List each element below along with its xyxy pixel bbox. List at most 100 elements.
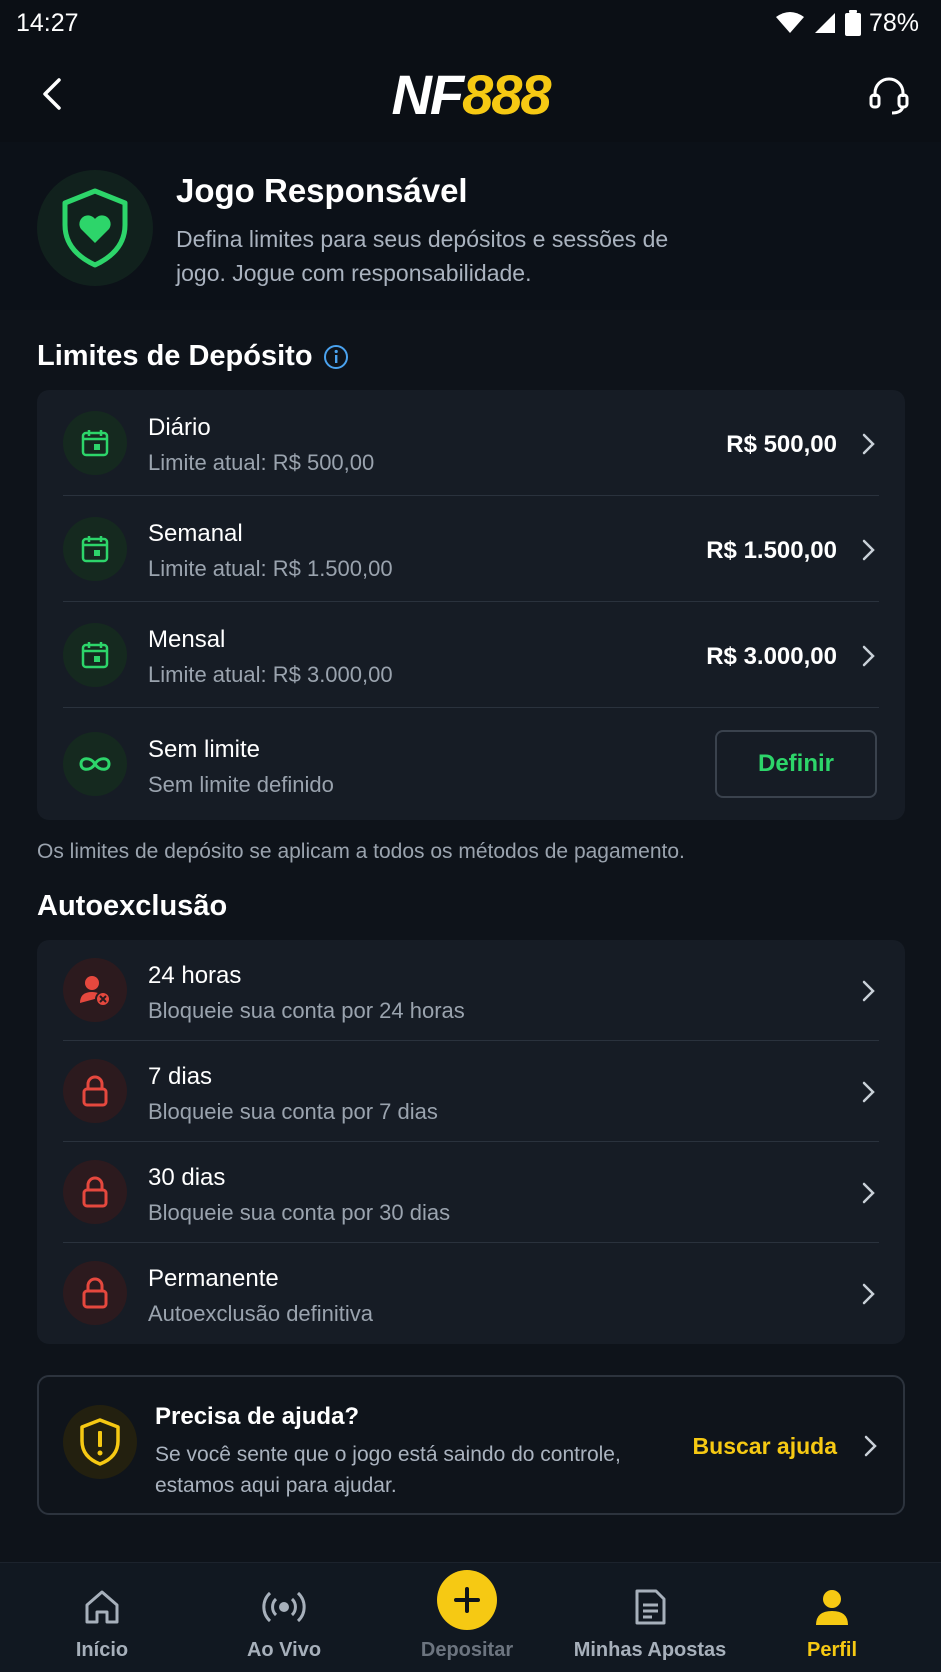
battery-level: 78% [868,8,919,37]
nav-item-my-bets[interactable]: Minhas Apostas [556,1563,744,1672]
deposit-button-circle [437,1570,497,1630]
user-block-icon [80,976,111,1007]
logo-nf: NF [391,62,464,126]
status-bar: 14:27 78% [0,0,941,46]
app-header: NF888 [0,46,941,142]
limit-icon-badge [63,517,127,581]
deposit-limits-card: Diário Limite atual: R$ 500,00 R$ 500,00… [37,390,905,820]
limit-row-weekly[interactable]: Semanal Limite atual: R$ 1.500,00 R$ 1.5… [37,496,905,602]
responsible-gaming-hero: Jogo Responsável Defina limites para seu… [0,142,941,310]
chevron-right-icon [857,539,879,561]
infinity-icon [79,757,111,771]
signal-icon [814,13,835,33]
help-icon-badge [63,1405,137,1479]
page-title: Jogo Responsável [176,172,468,209]
chevron-left-icon [43,78,61,110]
deposit-limits-heading: Limites de Depósito [37,340,349,373]
bottom-navigation: Início Ao Vivo Depositar Minhas Apostas … [0,1562,941,1672]
exclusion-title: 30 dias [148,1164,226,1191]
info-icon[interactable] [323,344,349,370]
nav-label-profile: Perfil [806,1639,858,1661]
help-description: Se você sente que o jogo está saindo do … [155,1443,621,1497]
chevron-right-icon [857,980,879,1002]
limit-subtitle: Limite atual: R$ 3.000,00 [148,662,393,687]
exclusion-subtitle: Bloqueie sua conta por 7 dias [148,1099,438,1124]
nav-item-live[interactable]: Ao Vivo [190,1563,378,1672]
back-button[interactable] [32,74,72,114]
limit-title: Semanal [148,520,243,547]
limit-row-unlimited: Sem limite Sem limite definido Definir [37,708,905,820]
support-button[interactable] [867,72,911,116]
exclusion-row-24h[interactable]: 24 horas Bloqueie sua conta por 24 horas [37,940,905,1041]
exclusion-icon-badge [63,958,127,1022]
lock-icon [82,1277,108,1309]
define-limit-button[interactable]: Definir [715,730,877,798]
shield-alert-icon [80,1418,120,1466]
limit-subtitle: Limite atual: R$ 500,00 [148,450,375,475]
lock-icon [82,1176,108,1208]
status-icons: 78% [775,9,919,38]
limit-icon-badge [63,732,127,796]
exclusion-title: Permanente [148,1265,279,1292]
chevron-right-icon [857,645,879,667]
live-icon [262,1591,306,1623]
user-icon [816,1590,848,1625]
limit-title: Mensal [148,626,226,653]
exclusion-row-7d[interactable]: 7 dias Bloqueie sua conta por 7 dias [37,1041,905,1142]
calendar-icon [81,642,109,669]
exclusion-icon-badge [63,1059,127,1123]
deposit-limits-title: Limites de Depósito [37,340,313,372]
lock-icon [82,1075,108,1107]
self-exclusion-card: 24 horas Bloqueie sua conta por 24 horas… [37,940,905,1344]
nav-item-home[interactable]: Início [8,1563,196,1672]
hero-icon-badge [37,170,153,286]
exclusion-row-permanent[interactable]: Permanente Autoexclusão definitiva [37,1243,905,1344]
limit-row-monthly[interactable]: Mensal Limite atual: R$ 3.000,00 R$ 3.00… [37,602,905,708]
limit-subtitle: Limite atual: R$ 1.500,00 [148,556,393,581]
calendar-icon [81,430,109,457]
limit-row-daily[interactable]: Diário Limite atual: R$ 500,00 R$ 500,00 [37,390,905,496]
nav-label-live: Ao Vivo [246,1639,322,1661]
self-exclusion-title: Autoexclusão [37,890,228,922]
exclusion-title: 7 dias [148,1063,213,1090]
help-card[interactable]: Precisa de ajuda? Se você sente que o jo… [37,1375,905,1515]
bets-icon [635,1589,666,1625]
nav-item-deposit[interactable]: Depositar [373,1563,561,1672]
limit-subtitle: Sem limite definido [148,772,334,797]
shield-heart-icon [62,188,128,268]
exclusion-icon-badge [63,1261,127,1325]
limit-amount: R$ 1.500,00 [706,537,837,564]
headset-icon [869,77,909,115]
help-title: Precisa de ajuda? [155,1403,360,1430]
exclusion-icon-badge [63,1160,127,1224]
logo-number: 888 [462,62,551,126]
exclusion-subtitle: Autoexclusão definitiva [148,1301,374,1326]
exclusion-row-30d[interactable]: 30 dias Bloqueie sua conta por 30 dias [37,1142,905,1243]
nav-item-profile[interactable]: Perfil [738,1563,926,1672]
nav-label-home: Início [75,1639,129,1661]
page-description: Defina limites para seus depósitos e ses… [176,226,669,286]
limit-icon-badge [63,623,127,687]
home-icon [85,1590,119,1624]
chevron-right-icon [857,1081,879,1103]
plus-icon [454,1587,480,1613]
status-time: 14:27 [16,8,79,37]
wifi-icon [775,12,804,33]
limit-title: Diário [148,414,211,441]
limit-title: Sem limite [148,736,261,763]
brand-logo: NF888 [391,62,551,127]
nav-label-my-bets: Minhas Apostas [573,1639,727,1661]
limit-amount: R$ 3.000,00 [706,643,837,670]
exclusion-subtitle: Bloqueie sua conta por 24 horas [148,998,465,1023]
chevron-right-icon [857,433,879,455]
find-help-link[interactable]: Buscar ajuda [693,1433,837,1460]
self-exclusion-heading: Autoexclusão [37,890,227,923]
calendar-icon [81,536,109,563]
chevron-right-icon [863,1435,877,1462]
deposit-limits-note: Os limites de depósito se aplicam a todo… [37,840,685,863]
exclusion-title: 24 horas [148,962,242,989]
nav-label-deposit: Depositar [420,1639,514,1661]
limit-icon-badge [63,411,127,475]
chevron-right-icon [857,1182,879,1204]
chevron-right-icon [857,1283,879,1305]
